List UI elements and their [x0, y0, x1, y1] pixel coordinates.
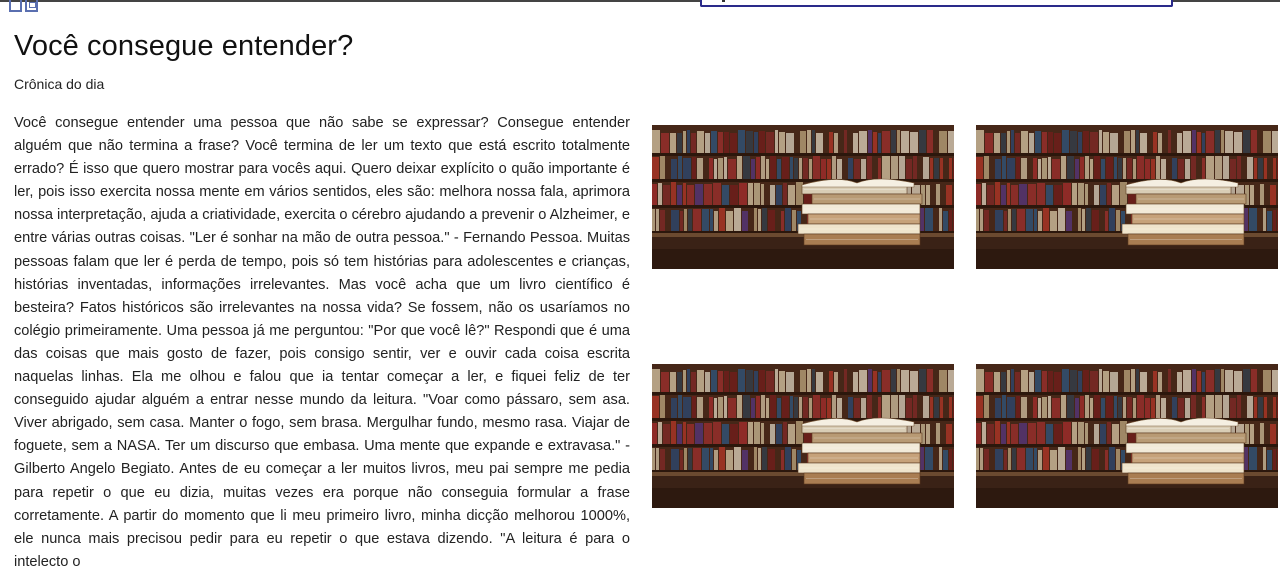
- search-cursor: [722, 0, 725, 2]
- page-title: Você consegue entender?: [14, 30, 354, 62]
- logo-right-square: [25, 0, 38, 12]
- books-library-image: [976, 364, 1278, 508]
- books-library-image: [976, 125, 1278, 269]
- books-scene: [652, 364, 954, 508]
- page-subtitle: Crônica do dia: [14, 76, 105, 92]
- books-scene: [976, 125, 1278, 269]
- search-input[interactable]: [700, 0, 1173, 7]
- article-body: Você consegue entender uma pessoa que nã…: [14, 115, 630, 570]
- logo-icon[interactable]: [9, 0, 45, 14]
- books-library-image: [652, 364, 954, 508]
- books-scene: [652, 125, 954, 269]
- books-scene: [976, 364, 1278, 508]
- books-library-image: [652, 125, 954, 269]
- logo-left-square: [9, 0, 22, 12]
